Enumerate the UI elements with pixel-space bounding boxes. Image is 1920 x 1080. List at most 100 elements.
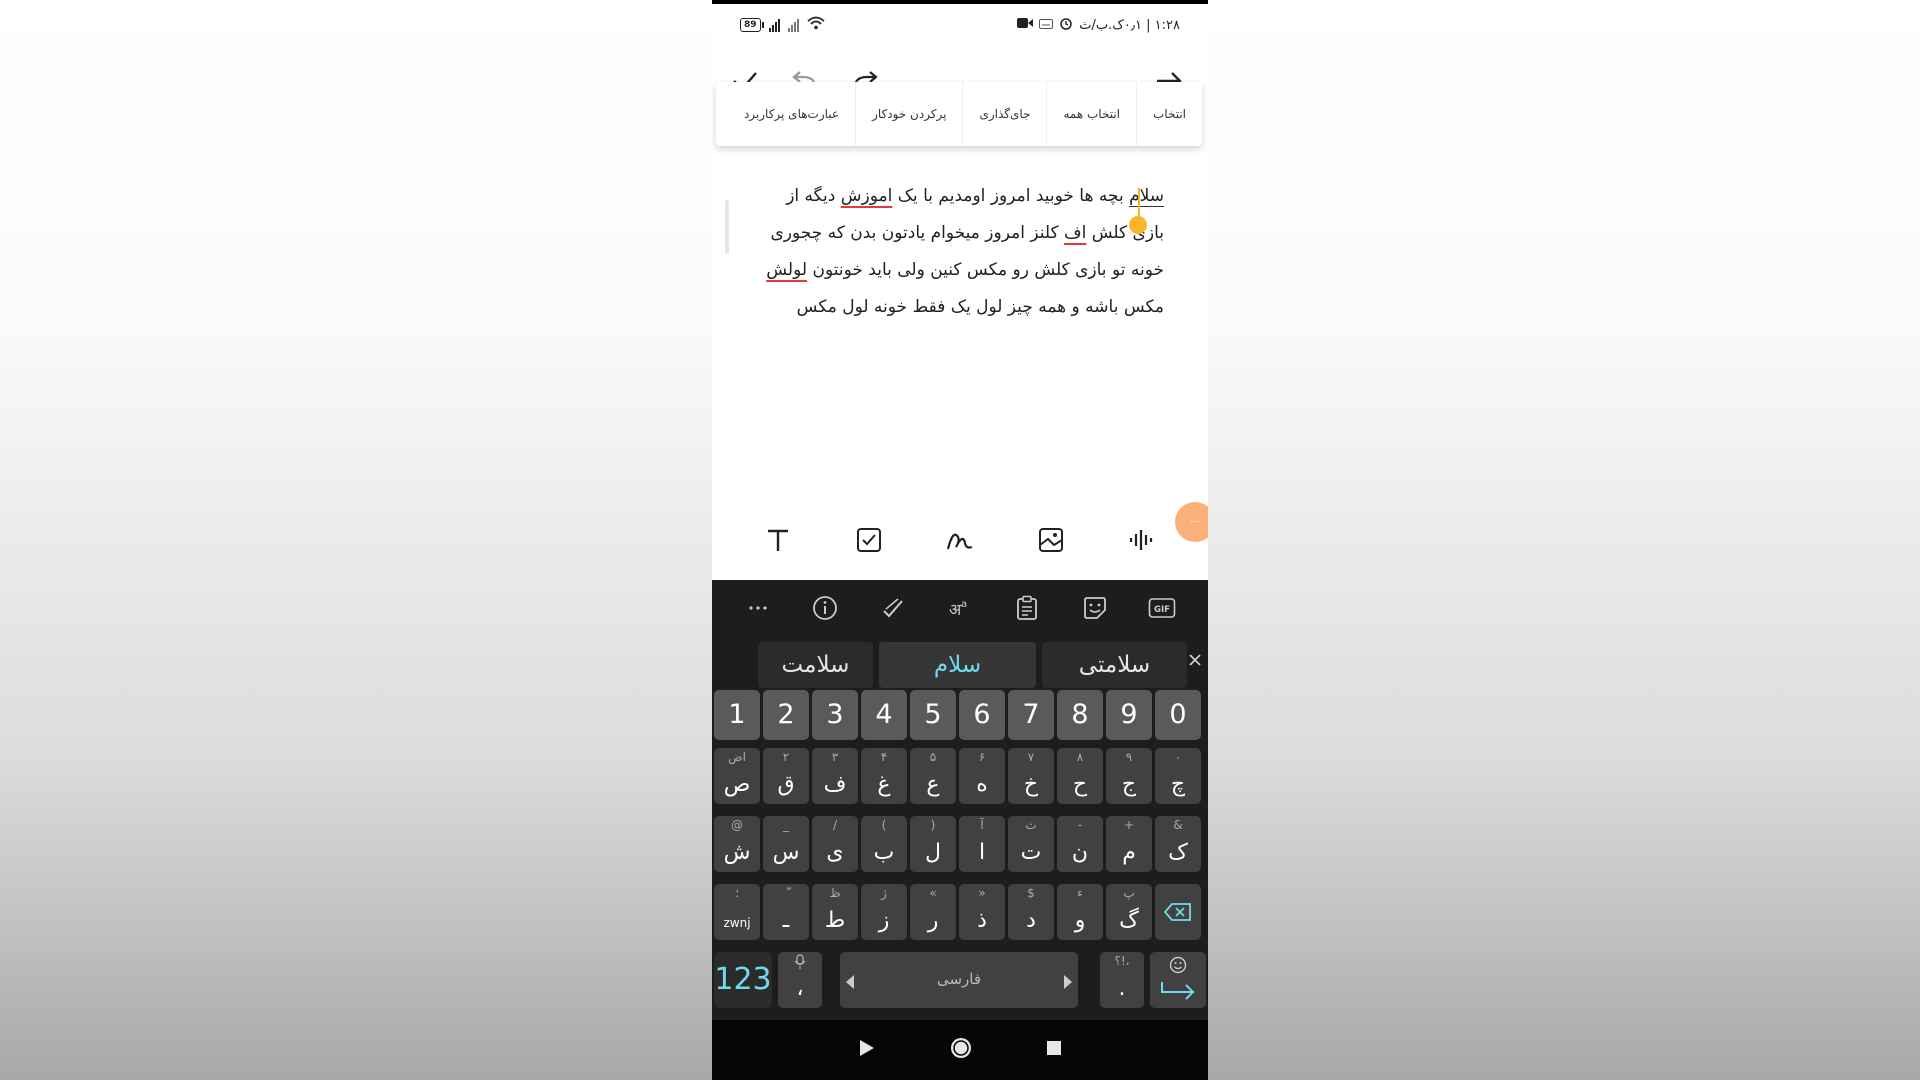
key[interactable]: ّـ [763, 884, 809, 940]
key[interactable]: 8 [1057, 690, 1103, 740]
misspelled-word[interactable]: اف [1064, 223, 1086, 243]
mic-icon [778, 954, 822, 973]
space-key[interactable]: فارسی [840, 952, 1078, 1008]
handwriting-icon[interactable] [938, 518, 982, 562]
key-primary: ب [873, 840, 895, 865]
key-primary: ع [926, 772, 940, 797]
key[interactable]: ۸ح [1057, 748, 1103, 804]
voice-recording-icon[interactable] [1120, 518, 1164, 562]
key[interactable]: 1 [714, 690, 760, 740]
key-primary: س [772, 840, 800, 865]
comma-key[interactable]: ، [778, 952, 822, 1008]
key-primary: ذ [977, 908, 987, 933]
key-secondary: آ [980, 818, 984, 832]
key[interactable]: 7 [1008, 690, 1054, 740]
spellcheck-icon[interactable] [876, 591, 910, 625]
backspace-key[interactable] [1155, 884, 1201, 940]
key[interactable]: ۰چ [1155, 748, 1201, 804]
key[interactable]: _ س [763, 816, 809, 872]
key[interactable]: آا [959, 816, 1005, 872]
key-primary: . [1118, 976, 1126, 1001]
back-icon[interactable] [858, 1039, 876, 1061]
key[interactable]: «ر [910, 884, 956, 940]
key[interactable]: 0 [1155, 690, 1201, 740]
key[interactable]: ) ل [910, 816, 956, 872]
key[interactable]: ثت [1008, 816, 1054, 872]
keyboard-icon [1039, 18, 1054, 33]
bottom-row: 123 ، فارسی ؟!، . [714, 952, 1206, 1014]
top-edge [712, 0, 1208, 4]
key-secondary: ۶ [978, 750, 986, 764]
key[interactable]: » ذ [959, 884, 1005, 940]
scroll-indicator [725, 200, 729, 254]
enter-key[interactable] [1150, 952, 1206, 1008]
key[interactable]: / ی [812, 816, 858, 872]
menu-select[interactable]: انتخاب [1136, 82, 1202, 146]
note-body[interactable]: سلام بچه ها خوبید امروز اومدیم با یک امو… [752, 178, 1164, 326]
key[interactable]: (ب [861, 816, 907, 872]
key[interactable]: ۷خ [1008, 748, 1054, 804]
key[interactable]: 2 [763, 690, 809, 740]
menu-paste[interactable]: جای‌گذاری [962, 82, 1046, 146]
key-secondary: @ [731, 818, 743, 832]
translate-icon[interactable]: अa [943, 591, 977, 625]
key[interactable]: ۴غ [861, 748, 907, 804]
misspelled-word[interactable]: لولش [766, 260, 807, 280]
menu-common-phrases[interactable]: عبارت‌های پرکاربرد [728, 82, 855, 146]
gif-icon[interactable]: GIF [1145, 591, 1179, 625]
key[interactable]: ۵ع [910, 748, 956, 804]
key-secondary: ( [881, 818, 887, 832]
text-selection-menu: انتخاب انتخاب همه جای‌گذاری پرکردن خودکا… [716, 82, 1202, 146]
sticker-icon[interactable] [1078, 591, 1112, 625]
key[interactable]: ۲ق [763, 748, 809, 804]
status-bar: 89 ۱:۲۸ | ۰٫۱ک.ب/ث [712, 10, 1208, 38]
more-icon[interactable] [741, 591, 775, 625]
info-icon[interactable] [808, 591, 842, 625]
key[interactable]: $ د [1008, 884, 1054, 940]
suggestion-left[interactable]: سلامتی [1042, 642, 1187, 688]
menu-select-all[interactable]: انتخاب همه [1046, 82, 1136, 146]
checkbox-icon[interactable] [847, 518, 891, 562]
key-primary: م [1122, 840, 1136, 865]
key[interactable]: 4 [861, 690, 907, 740]
number-row: 1 2 3 4 5 6 7 8 9 0 [714, 690, 1206, 752]
key[interactable]: ۹ج [1106, 748, 1152, 804]
text-format-icon[interactable] [756, 518, 800, 562]
suggestion-center[interactable]: سلام [879, 642, 1036, 688]
recents-icon[interactable] [1046, 1040, 1062, 1060]
key[interactable]: ۶ه [959, 748, 1005, 804]
key[interactable]: ﺍﺽ ص [714, 748, 760, 804]
key[interactable]: 5 [910, 690, 956, 740]
key[interactable]: پگ [1106, 884, 1152, 940]
key[interactable]: ژز [861, 884, 907, 940]
suggestion-right[interactable]: سلامت [758, 642, 873, 688]
mode-switch-key[interactable]: 123 [714, 952, 772, 1008]
key[interactable]: 6 [959, 690, 1005, 740]
key[interactable]: -ن [1057, 816, 1103, 872]
space-label: فارسی [936, 970, 982, 988]
key[interactable]: ۳ف [812, 748, 858, 804]
image-icon[interactable] [1029, 518, 1073, 562]
letter-row-1: ﺍﺽ ص ۲ق ۳ف ۴غ ۵ع ۶ه ۷خ ۸ح ۹ج ۰چ [714, 748, 1206, 810]
key-primary: غ [877, 772, 891, 797]
misspelled-word[interactable]: اموزش [841, 186, 893, 206]
period-key[interactable]: ؟!، . [1100, 952, 1144, 1008]
text-cursor [1138, 188, 1140, 216]
note-tools-bar [712, 515, 1208, 565]
zwnj-key[interactable]: ؛ zwnj [714, 884, 760, 940]
key[interactable]: @ ش [714, 816, 760, 872]
key[interactable]: & ک [1155, 816, 1201, 872]
emoji-icon [1169, 956, 1187, 978]
key[interactable]: ءو [1057, 884, 1103, 940]
key-secondary: ۵ [929, 750, 937, 764]
close-suggestions-icon[interactable] [1188, 652, 1202, 671]
menu-autofill[interactable]: پرکردن خودکار [855, 82, 962, 146]
clipboard-icon[interactable] [1010, 591, 1044, 625]
key[interactable]: + م [1106, 816, 1152, 872]
key[interactable]: 3 [812, 690, 858, 740]
key[interactable]: 9 [1106, 690, 1152, 740]
selection-handle[interactable] [1129, 216, 1147, 234]
home-icon[interactable] [949, 1036, 973, 1064]
keyboard-toolbar: अa GIF [712, 580, 1208, 636]
key[interactable]: ظط [812, 884, 858, 940]
